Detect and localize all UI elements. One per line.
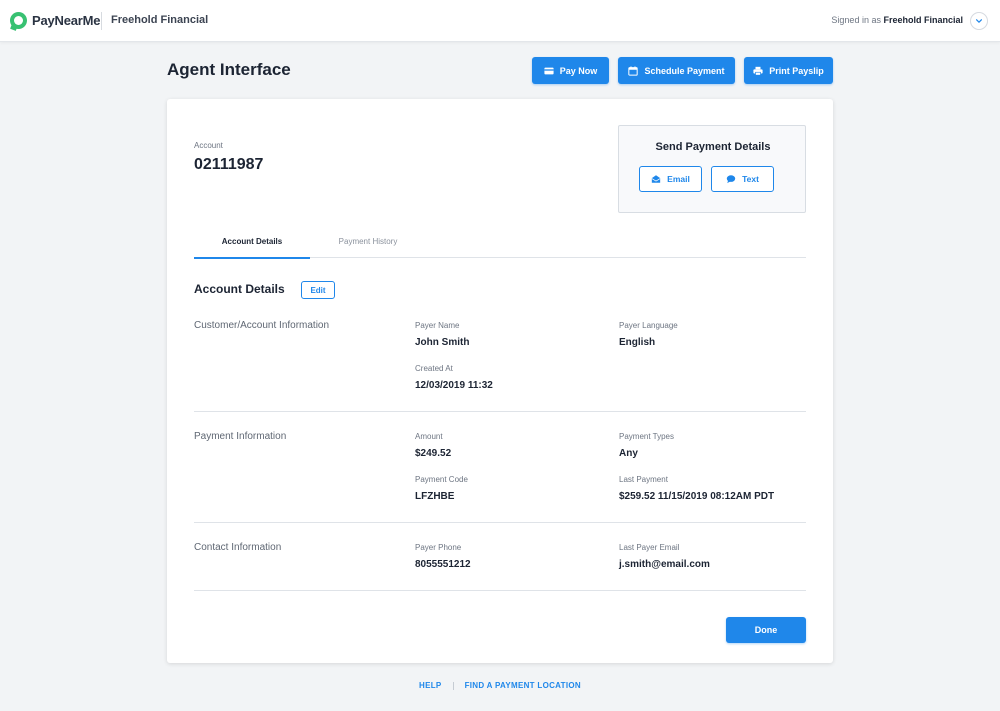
header-divider	[101, 12, 102, 30]
chevron-down-icon	[976, 19, 982, 23]
account-details-title: Account Details	[194, 282, 285, 296]
pay-now-button[interactable]: Pay Now	[532, 57, 609, 84]
user-menu-toggle[interactable]	[970, 12, 988, 30]
brand-name: PayNearMe	[32, 13, 101, 28]
last-payer-email-value: j.smith@email.com	[619, 559, 710, 570]
payer-language-value: English	[619, 337, 656, 348]
brand-logo[interactable]: PayNearMe	[10, 12, 101, 29]
field-label: Payer Language	[619, 321, 678, 330]
payment-information-section: Payment Information Amount $249.52 Payme…	[194, 428, 806, 523]
footer-links: HELP FIND A PAYMENT LOCATION	[0, 681, 1000, 690]
send-text-label: Text	[742, 174, 759, 184]
field-label: Payment Code	[415, 475, 468, 484]
tab-account-details[interactable]: Account Details	[194, 225, 310, 259]
help-link[interactable]: HELP	[419, 681, 442, 690]
signed-in-prefix: Signed in as	[831, 15, 881, 25]
signed-in-user: Freehold Financial	[883, 15, 963, 25]
field-label: Payment Types	[619, 432, 674, 441]
payment-types-field: Payment Types Any	[619, 432, 674, 459]
tab-payment-history[interactable]: Payment History	[310, 225, 426, 258]
pay-now-label: Pay Now	[559, 65, 598, 76]
send-email-label: Email	[667, 174, 690, 184]
payer-phone-field: Payer Phone 8055551212	[415, 543, 471, 570]
paynearme-logo-icon	[10, 12, 27, 29]
edit-button[interactable]: Edit	[301, 281, 335, 299]
send-text-button[interactable]: Text	[711, 166, 774, 192]
page-title: Agent Interface	[167, 60, 291, 79]
payment-code-field: Payment Code LFZHBE	[415, 475, 468, 502]
payer-language-field: Payer Language English	[619, 321, 678, 348]
send-email-button[interactable]: Email	[639, 166, 702, 192]
last-payment-field: Last Payment $259.52 11/15/2019 08:12AM …	[619, 475, 774, 502]
payer-name-field: Payer Name John Smith	[415, 321, 469, 348]
contact-information-section: Contact Information Payer Phone 80555512…	[194, 539, 806, 591]
last-payer-email-field: Last Payer Email j.smith@email.com	[619, 543, 710, 570]
send-payment-details-title: Send Payment Details	[655, 141, 771, 153]
customer-account-section: Customer/Account Information Payer Name …	[194, 317, 806, 412]
find-payment-location-link[interactable]: FIND A PAYMENT LOCATION	[465, 681, 581, 690]
footer-divider	[452, 681, 454, 690]
send-payment-details-panel: Send Payment Details Email Text	[618, 125, 806, 213]
chat-bubble-icon	[726, 175, 736, 184]
signed-in-status: Signed in as Freehold Financial	[831, 15, 963, 25]
calendar-icon	[628, 65, 639, 76]
print-payslip-label: Print Payslip	[769, 65, 824, 76]
section-label: Contact Information	[194, 542, 282, 553]
top-navigation-bar: PayNearMe Freehold Financial Signed in a…	[0, 0, 1000, 42]
section-label: Customer/Account Information	[194, 320, 330, 331]
schedule-payment-button[interactable]: Schedule Payment	[618, 57, 735, 84]
payer-phone-value: 8055551212	[415, 559, 471, 570]
account-card: Account 02111987 Send Payment Details Em…	[167, 99, 833, 663]
printer-icon	[753, 66, 763, 75]
account-label: Account	[194, 141, 223, 150]
done-button[interactable]: Done	[726, 617, 806, 643]
field-label: Created At	[415, 364, 453, 373]
organization-name: Freehold Financial	[111, 14, 209, 26]
print-payslip-button[interactable]: Print Payslip	[744, 57, 833, 84]
created-at-value: 12/03/2019 11:32	[415, 380, 493, 391]
account-number: 02111987	[194, 156, 264, 173]
field-label: Amount	[415, 432, 443, 441]
credit-card-icon	[544, 67, 554, 74]
account-tabs: Account Details Payment History	[194, 225, 806, 259]
payment-types-value: Any	[619, 448, 638, 459]
field-label: Payer Phone	[415, 543, 462, 552]
amount-value: $249.52	[415, 448, 452, 459]
amount-field: Amount $249.52	[415, 432, 451, 459]
payer-name-value: John Smith	[415, 337, 470, 348]
created-at-field: Created At 12/03/2019 11:32	[415, 364, 493, 391]
last-payment-value: $259.52 11/15/2019 08:12AM PDT	[619, 491, 775, 502]
section-label: Payment Information	[194, 431, 287, 442]
field-label: Last Payer Email	[619, 543, 680, 552]
field-label: Payer Name	[415, 321, 460, 330]
payment-code-value: LFZHBE	[415, 491, 455, 502]
field-label: Last Payment	[619, 475, 668, 484]
envelope-icon	[651, 175, 661, 183]
schedule-payment-label: Schedule Payment	[644, 65, 725, 76]
